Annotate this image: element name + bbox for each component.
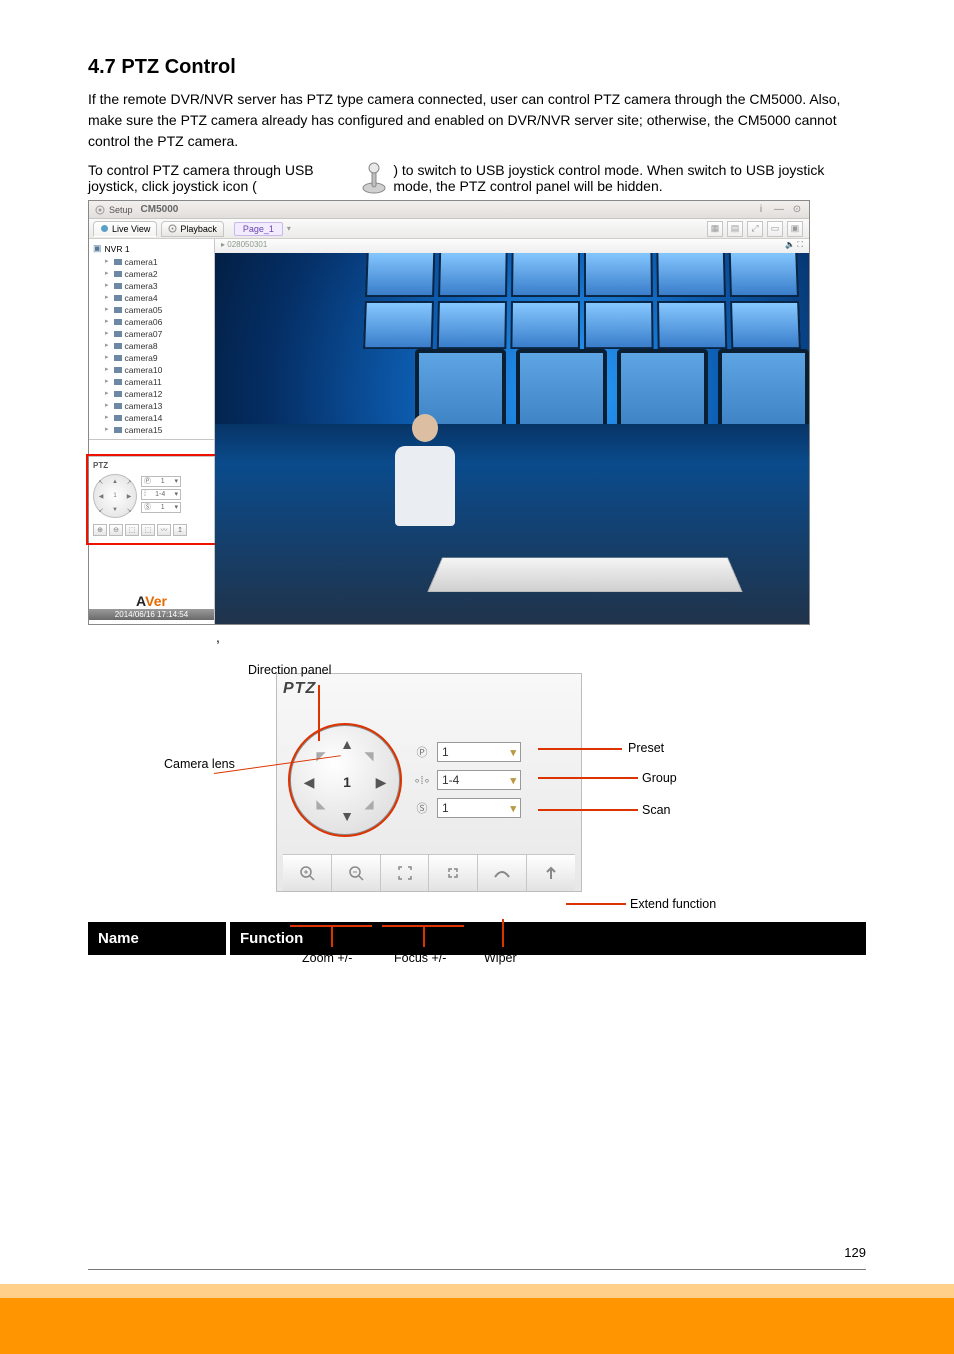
mini-zoom-out-icon[interactable]: ⊖ (109, 524, 123, 536)
joystick-para-post: ) to switch to USB joystick control mode… (393, 162, 866, 194)
brand-logo: AVer (89, 593, 214, 609)
zoom-in-button[interactable] (283, 855, 332, 891)
layout-icon-2[interactable]: ▤ (727, 221, 743, 237)
dpad-se[interactable]: ◢ (355, 790, 383, 818)
camera-tree-item[interactable]: camera3 (105, 280, 210, 292)
callout-focus: Focus +/- (394, 951, 446, 965)
focus-in-button[interactable] (381, 855, 430, 891)
close-icon[interactable]: ⊙ (791, 204, 803, 216)
th-name: Name (88, 922, 228, 955)
tab-playback[interactable]: Playback (161, 221, 224, 237)
dpad-mini[interactable]: ↖▲↗ ◀1▶ ↙▼↘ (93, 474, 137, 518)
preset-select[interactable]: 1▾ (437, 742, 521, 762)
monitor-icon[interactable]: ▣ (787, 221, 803, 237)
mini-focus-in-icon[interactable]: ⬚ (125, 524, 139, 536)
intro-paragraph: If the remote DVR/NVR server has PTZ typ… (88, 89, 866, 152)
camera-tree-item[interactable]: camera13 (105, 400, 210, 412)
camera-tree-item[interactable]: camera12 (105, 388, 210, 400)
app-title: CM5000 (141, 204, 179, 215)
camera-tree-item[interactable]: camera2 (105, 268, 210, 280)
mini-group-select[interactable]: ⁞ 1-4 ▾ (141, 489, 181, 500)
minimize-icon[interactable]: — (773, 204, 785, 216)
mini-zoom-in-icon[interactable]: ⊕ (93, 524, 107, 536)
callout-wiper: Wiper (484, 951, 517, 965)
mini-focus-out-icon[interactable]: ⬚ (141, 524, 155, 536)
mini-preset-select[interactable]: Ⓟ 1 ▾ (141, 476, 181, 487)
page-number: 129 (844, 1245, 866, 1260)
scan-select[interactable]: 1▾ (437, 798, 521, 818)
camera-tree-item[interactable]: camera11 (105, 376, 210, 388)
callout-group: Group (642, 771, 677, 785)
camera-tree-item[interactable]: camera9 (105, 352, 210, 364)
camera-tree-item[interactable]: camera05 (105, 304, 210, 316)
page-chip[interactable]: Page_1 (234, 222, 283, 236)
direction-panel[interactable]: ▲ ▼ ◀ ▶ 1 ◤ ◥ ◣ ◢ (289, 724, 401, 836)
ptz-mini-panel[interactable]: PTZ ↖▲↗ ◀1▶ ↙▼↘ Ⓟ 1 ▾ ⁞ 1-4 ▾ Ⓢ 1 ▾ (89, 457, 214, 542)
camera-tree-item[interactable]: camera15 (105, 424, 210, 436)
zoom-out-button[interactable] (332, 855, 381, 891)
app-screenshot: Setup CM5000 i — ⊙ Live View Playback Pa… (88, 200, 810, 625)
callout-camera-lens: Camera lens (164, 757, 235, 771)
preset-icon: Ⓟ (413, 743, 431, 761)
camera-tree-item[interactable]: camera07 (105, 328, 210, 340)
ptz-header: PTZ (283, 680, 575, 698)
group-icon: ∘⁞∘ (413, 771, 431, 789)
group-select[interactable]: 1-4▾ (437, 770, 521, 790)
wiper-button[interactable] (478, 855, 527, 891)
dpad-sw[interactable]: ◣ (307, 790, 335, 818)
camera-tree-item[interactable]: camera1 (105, 256, 210, 268)
tab-live-view[interactable]: Live View (93, 221, 157, 237)
camera-tree[interactable]: NVR 1 camera1camera2camera3camera4camera… (89, 239, 214, 439)
callout-direction-panel: Direction panel (248, 663, 331, 677)
focus-out-button[interactable] (429, 855, 478, 891)
info-icon[interactable]: i (755, 204, 767, 216)
joystick-para-pre: To control PTZ camera through USB joysti… (88, 162, 355, 194)
callout-zoom: Zoom +/- (302, 951, 352, 965)
setup-button[interactable]: Setup (95, 205, 133, 215)
fullscreen-icon[interactable]: ⤢ (747, 221, 763, 237)
callout-extend: Extend function (630, 897, 716, 911)
camera-tree-item[interactable]: camera10 (105, 364, 210, 376)
function-table-header: Name Function (88, 922, 866, 955)
callout-preset: Preset (628, 741, 664, 755)
scan-icon: Ⓢ (413, 799, 431, 817)
section-heading: 4.7 PTZ Control (88, 56, 866, 79)
grid-icon[interactable]: ▭ (767, 221, 783, 237)
camera-tree-item[interactable]: camera06 (105, 316, 210, 328)
camera-tree-item[interactable]: camera4 (105, 292, 210, 304)
video-canvas[interactable]: ▸ 028050301🔈 ⛶ (215, 239, 809, 624)
stray-comma: , (216, 629, 866, 645)
callout-scan: Scan (642, 803, 671, 817)
camera-tree-item[interactable]: camera14 (105, 412, 210, 424)
mini-extend-icon[interactable]: ↥ (173, 524, 187, 536)
ptz-annotated: PTZ ▲ ▼ ◀ ▶ 1 ◤ ◥ ◣ ◢ Ⓟ 1▾ (276, 673, 676, 892)
mini-wiper-icon[interactable]: 〰 (157, 524, 171, 536)
mini-scan-select[interactable]: Ⓢ 1 ▾ (141, 502, 181, 513)
timestamp: 2014/06/16 17:14:54 (89, 609, 214, 620)
camera-tree-item[interactable]: camera8 (105, 340, 210, 352)
page-footer: 129 (0, 1269, 954, 1354)
dpad-ne[interactable]: ◥ (355, 742, 383, 770)
extend-button[interactable] (527, 855, 575, 891)
layout-icon-1[interactable]: ▦ (707, 221, 723, 237)
joystick-icon (361, 160, 387, 194)
